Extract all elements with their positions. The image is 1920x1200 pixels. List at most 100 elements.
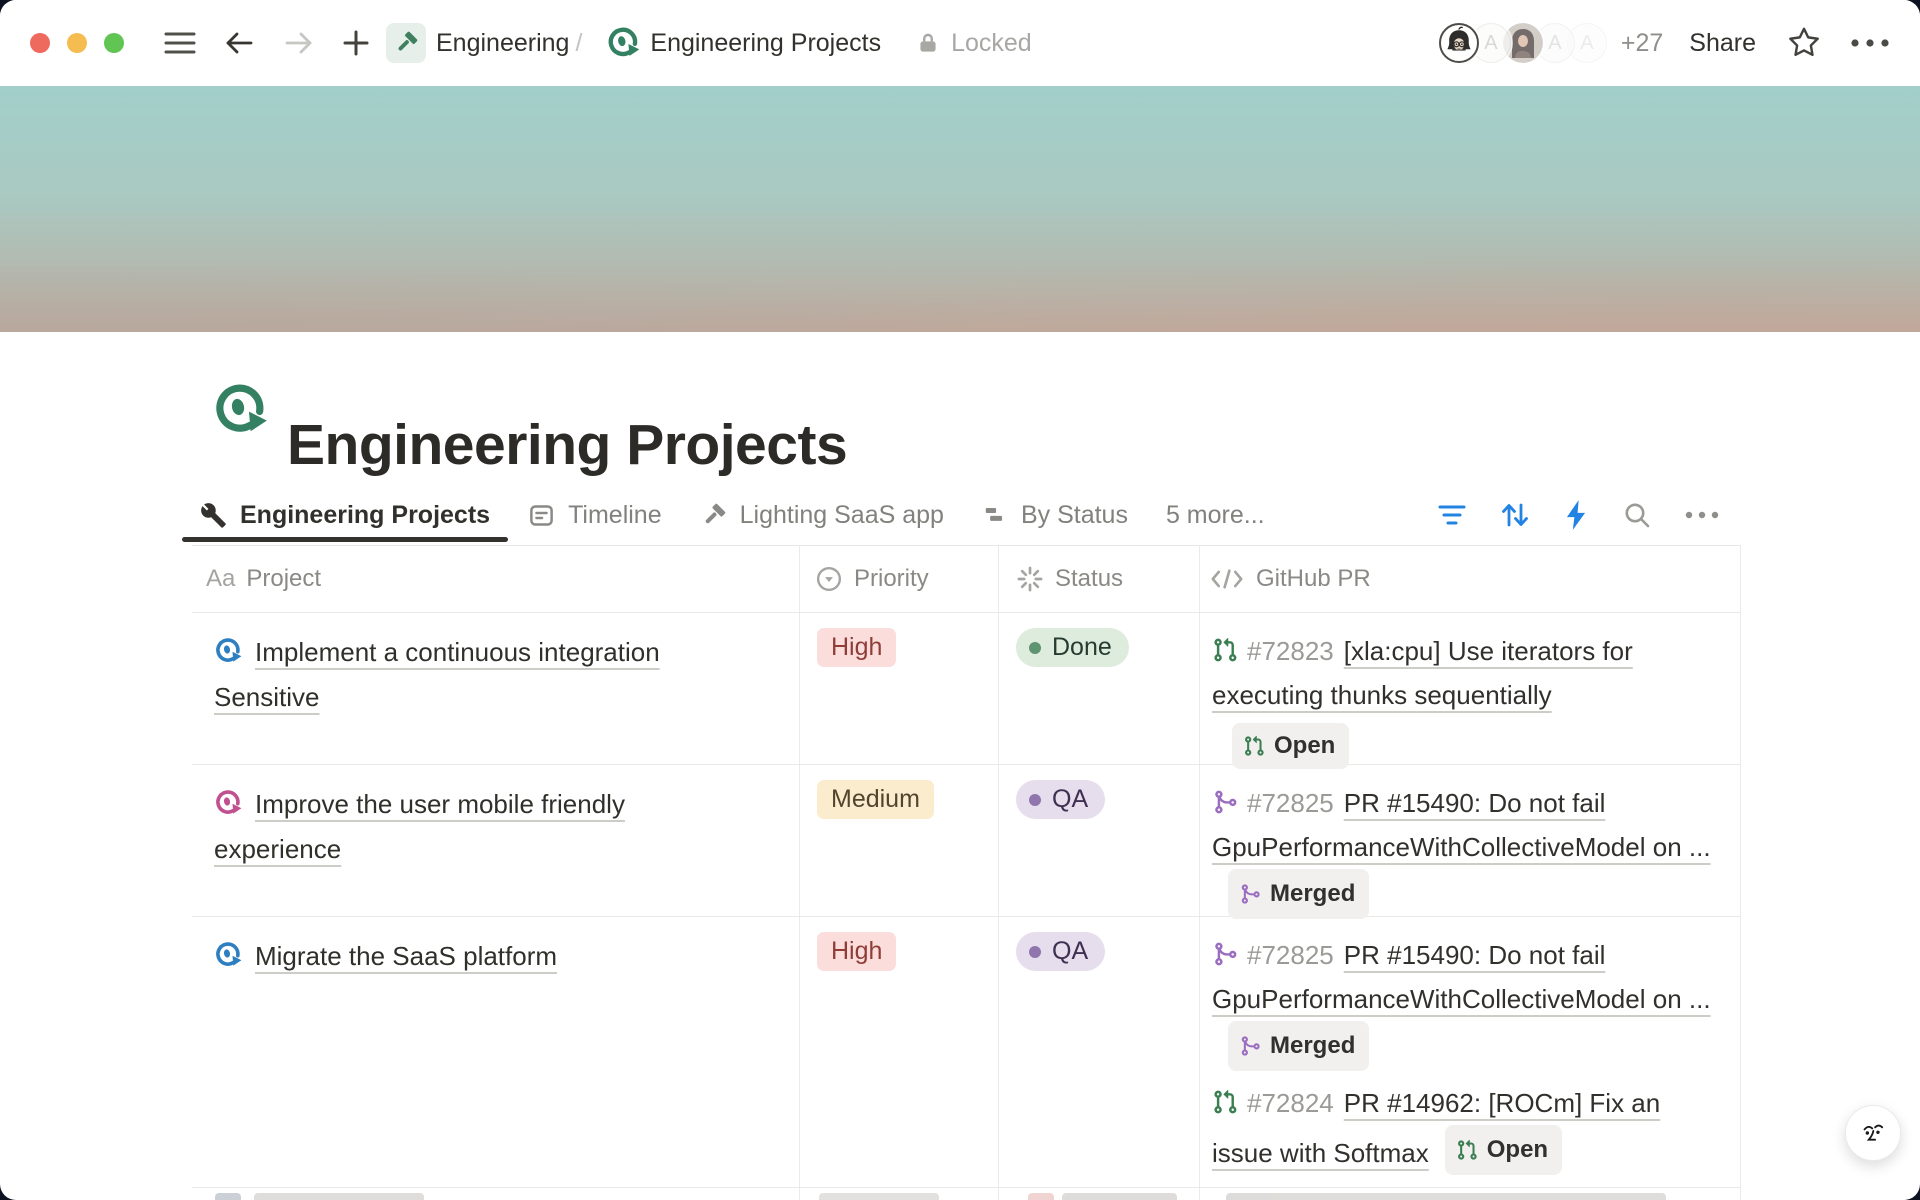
pr-open-icon xyxy=(1212,637,1238,663)
status-tag[interactable]: QA xyxy=(1016,780,1105,819)
column-header-priority[interactable]: Priority xyxy=(815,545,929,613)
pr-state-badge[interactable]: Open xyxy=(1445,1125,1562,1175)
pr-number: #72825 xyxy=(1247,940,1334,970)
title-property-icon: Aa xyxy=(206,565,235,593)
pr-open-icon xyxy=(1243,735,1265,757)
table-row[interactable]: Migrate the SaaS platform High QA #72825… xyxy=(192,917,1741,1188)
project-title-link[interactable]: Improve the user mobile friendly experie… xyxy=(214,789,625,864)
pr-open-icon xyxy=(1212,1089,1238,1115)
sort-icon[interactable] xyxy=(1500,500,1530,530)
table-row[interactable]: Implement a continuous integration Sensi… xyxy=(192,613,1741,765)
notion-ai-button[interactable] xyxy=(1845,1105,1901,1161)
project-title-fragment xyxy=(254,1193,424,1200)
tab-more-views[interactable]: 5 more... xyxy=(1166,501,1265,530)
status-dot xyxy=(1029,946,1041,958)
pr-number: #72825 xyxy=(1247,788,1334,818)
tab-engineering-projects[interactable]: Engineering Projects xyxy=(200,501,490,530)
page-icon[interactable] xyxy=(212,382,268,443)
status-dot xyxy=(1029,642,1041,654)
back-arrow-icon[interactable] xyxy=(224,30,254,56)
priority-fragment xyxy=(819,1193,939,1200)
traffic-lights xyxy=(30,33,124,53)
project-cell[interactable]: Improve the user mobile friendly experie… xyxy=(192,765,799,916)
close-window-button[interactable] xyxy=(30,33,50,53)
breadcrumb-separator: / xyxy=(575,29,582,58)
breadcrumb-workspace-icon[interactable] xyxy=(386,23,426,63)
priority-tag[interactable]: High xyxy=(817,932,896,971)
pr-state-badge[interactable]: Merged xyxy=(1228,1021,1369,1071)
status-tag[interactable]: QA xyxy=(1016,932,1105,971)
lock-icon xyxy=(915,30,941,56)
priority-cell[interactable]: Medium xyxy=(799,765,998,916)
new-tab-plus-icon[interactable] xyxy=(342,29,370,57)
share-button[interactable]: Share xyxy=(1689,29,1756,58)
partially-visible-row[interactable] xyxy=(192,1193,1741,1200)
page-cover-image[interactable] xyxy=(0,86,1920,332)
breadcrumb-root[interactable]: Engineering xyxy=(436,29,569,58)
code-property-icon xyxy=(1209,566,1245,592)
tab-by-status[interactable]: By Status xyxy=(982,501,1128,530)
zoom-window-button[interactable] xyxy=(104,33,124,53)
breadcrumb-page-icon xyxy=(606,26,640,60)
pr-state-badge[interactable]: Open xyxy=(1232,723,1349,769)
project-cell[interactable]: Migrate the SaaS platform xyxy=(192,917,799,1187)
table-row[interactable]: Improve the user mobile friendly experie… xyxy=(192,765,1741,917)
pr-merged-icon xyxy=(1239,1035,1261,1057)
pr-open-icon xyxy=(1456,1139,1478,1161)
github-pr-cell[interactable]: #72825PR #15490: Do not fail GpuPerforma… xyxy=(1199,917,1741,1187)
forward-arrow-icon[interactable] xyxy=(284,30,314,56)
filter-icon[interactable] xyxy=(1437,502,1467,528)
status-dot xyxy=(1029,794,1041,806)
favorite-star-icon[interactable] xyxy=(1786,25,1822,61)
tab-lighting-saas-app[interactable]: Lighting SaaS app xyxy=(700,501,944,530)
tab-timeline[interactable]: Timeline xyxy=(528,501,662,530)
project-title-link[interactable]: Implement a continuous integration Sensi… xyxy=(214,637,660,712)
pr-state-badge[interactable]: Merged xyxy=(1228,869,1369,919)
more-options-icon[interactable] xyxy=(1850,38,1890,48)
pr-number: #72823 xyxy=(1247,636,1334,666)
status-cell[interactable]: Done xyxy=(998,613,1199,764)
automation-bolt-icon[interactable] xyxy=(1563,499,1589,531)
pr-number: #72824 xyxy=(1247,1088,1334,1118)
status-fragment xyxy=(1062,1193,1177,1200)
column-header-github-pr[interactable]: GitHub PR xyxy=(1209,545,1371,613)
view-more-icon[interactable] xyxy=(1685,511,1719,519)
project-page-icon xyxy=(214,637,242,665)
avatar[interactable] xyxy=(1439,23,1479,63)
collaborator-avatars[interactable]: A A A xyxy=(1439,23,1607,63)
project-title-link[interactable]: Migrate the SaaS platform xyxy=(255,941,557,971)
priority-tag[interactable]: Medium xyxy=(817,780,934,819)
page-title[interactable]: Engineering Projects xyxy=(287,412,847,478)
breadcrumb-current-page[interactable]: Engineering Projects xyxy=(650,29,881,58)
github-pr-entry: #72823[xla:cpu] Use iterators for execut… xyxy=(1212,629,1731,769)
column-header-project[interactable]: Aa Project xyxy=(206,545,321,613)
status-property-icon xyxy=(1016,565,1044,593)
status-fragment xyxy=(1028,1193,1054,1200)
hammer-icon xyxy=(700,502,727,529)
select-property-icon xyxy=(815,565,843,593)
search-icon[interactable] xyxy=(1622,500,1652,530)
timeline-icon xyxy=(528,502,555,529)
board-icon xyxy=(982,502,1008,528)
status-cell[interactable]: QA xyxy=(998,765,1199,916)
locked-indicator[interactable]: Locked xyxy=(915,29,1032,58)
ai-face-icon xyxy=(1856,1116,1890,1150)
column-header-status[interactable]: Status xyxy=(1016,545,1123,613)
status-tag[interactable]: Done xyxy=(1016,628,1129,667)
avatar-overflow-count[interactable]: +27 xyxy=(1621,29,1663,58)
priority-tag[interactable]: High xyxy=(817,628,896,667)
notion-window: Engineering / Engineering Projects Locke… xyxy=(0,0,1920,1200)
project-page-icon xyxy=(215,1193,241,1200)
github-pr-entry: #72825PR #15490: Do not fail GpuPerforma… xyxy=(1212,781,1731,919)
project-cell[interactable]: Implement a continuous integration Sensi… xyxy=(192,613,799,764)
sidebar-menu-icon[interactable] xyxy=(162,30,198,56)
github-pr-cell[interactable]: #72825PR #15490: Do not fail GpuPerforma… xyxy=(1199,765,1741,916)
view-action-icons xyxy=(1437,489,1719,541)
github-pr-cell[interactable]: #72823[xla:cpu] Use iterators for execut… xyxy=(1199,613,1741,764)
priority-cell[interactable]: High xyxy=(799,917,998,1187)
wrench-icon xyxy=(200,502,227,529)
status-cell[interactable]: QA xyxy=(998,917,1199,1187)
database-view-tabs: Engineering Projects Timeline Lighting S… xyxy=(200,489,1265,541)
priority-cell[interactable]: High xyxy=(799,613,998,764)
minimize-window-button[interactable] xyxy=(67,33,87,53)
